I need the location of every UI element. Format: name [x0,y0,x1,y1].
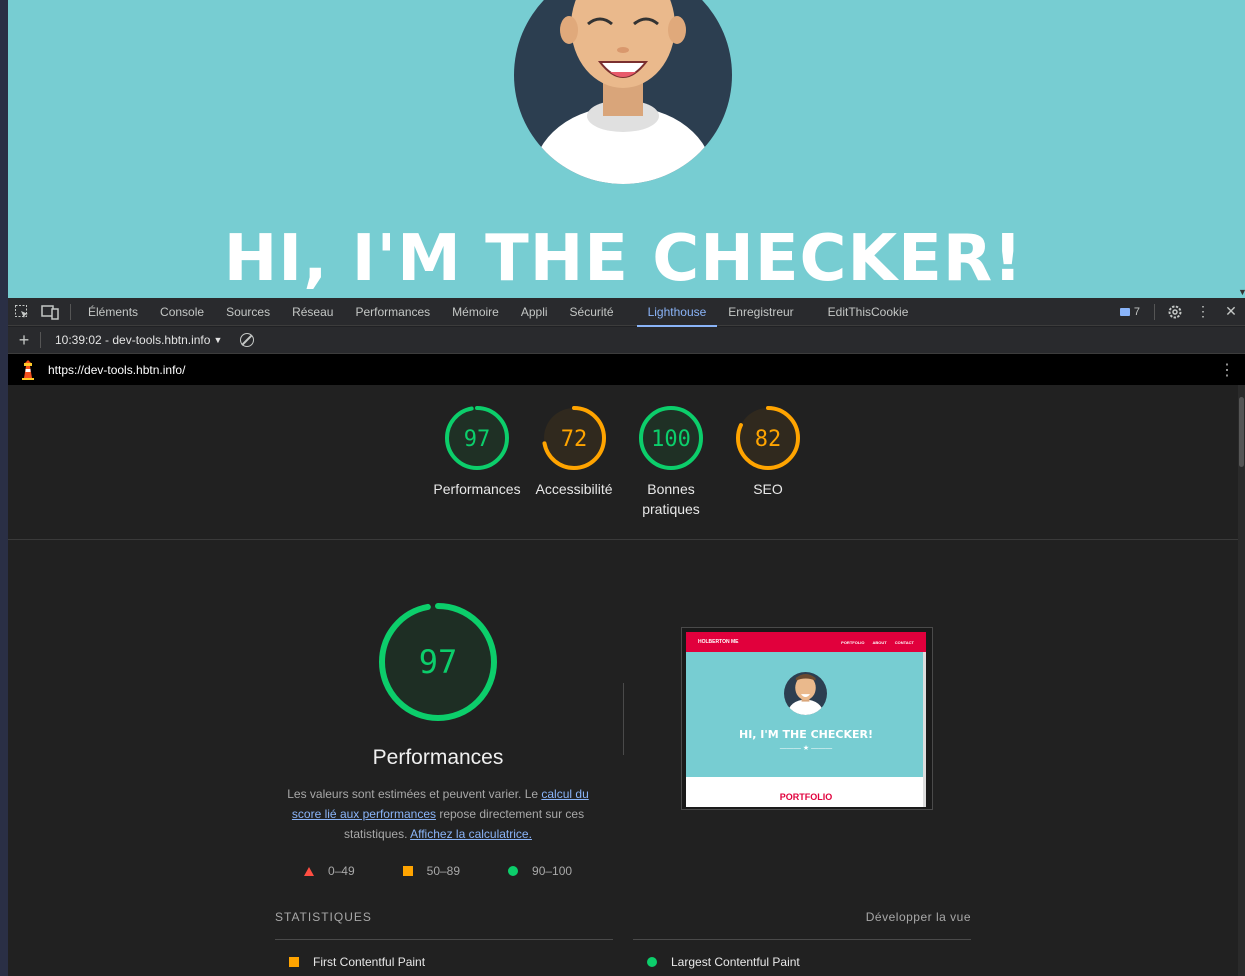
performance-big-gauge[interactable]: 97 [376,600,500,724]
gauge-score: 82 [755,427,782,452]
issues-count: 7 [1133,305,1140,318]
message-icon [1119,307,1130,316]
gauge-accessibility[interactable]: 72 Accessibilité [526,405,622,499]
gauge-label: Bonnes pratiques [642,481,700,517]
gear-icon[interactable] [1161,298,1189,326]
gauge-score: 72 [561,427,588,452]
screenshot-nav-link: CONTACT [894,639,914,645]
performance-summary: 97 Performances Les valeurs sont estimée… [268,600,608,878]
gauge-label: SEO [753,481,783,497]
legend-pass: 90–100 [508,864,572,878]
gauge-performance[interactable]: 97 Performances [429,405,525,499]
performance-big-score: 97 [419,643,458,681]
screenshot-section-title: PORTFOLIO [779,792,833,802]
devtools-tabbar: Éléments Console Sources Réseau Performa… [8,298,1245,327]
divider [275,939,613,940]
legend-average: 50–89 [402,864,461,878]
gauge-ring: 100 [639,406,703,470]
report-selector[interactable]: 10:39:02 - dev-tools.hbtn.info [41,333,210,347]
gauge-label: Performances [433,481,521,497]
lighthouse-report: 97 Performances 72 Accessibilité 100 Bonnes p… [8,385,1238,976]
tab-application[interactable]: Appli [510,298,559,326]
gauge-score: 100 [651,427,691,452]
stats-header: STATISTIQUES Développer la vue [275,910,971,924]
score-legend: 0–49 50–89 90–100 [268,864,608,878]
page-preview: HI, I'M THE CHECKER! [8,0,1239,298]
gauge-seo[interactable]: 82 SEO [720,405,816,499]
divider [70,303,71,320]
window-edge [0,0,8,976]
metric-lcp-label: Largest Contentful Paint [671,955,800,969]
report-scrollbar[interactable] [1238,385,1245,976]
screenshot-image: HOLBERTON ME PORTFOLIO ABOUT CONTACT HI,… [686,632,926,807]
close-icon[interactable]: ✕ [1217,298,1245,326]
scroll-down-icon[interactable]: ▼ [1238,287,1245,297]
performance-description: Les valeurs sont estimées et peuvent var… [268,784,608,844]
gauge-ring: 82 [736,406,800,470]
screenshot-nav: HOLBERTON ME PORTFOLIO ABOUT CONTACT [686,632,926,652]
more-vertical-icon[interactable]: ⋮ [1189,298,1217,326]
tab-network[interactable]: Réseau [281,298,344,326]
legend-fail-label: 0–49 [327,864,355,878]
metric-lcp: Largest Contentful Paint [647,955,800,969]
gauge-ring: 97 [445,406,509,470]
tab-lighthouse[interactable]: Lighthouse [636,298,718,327]
audited-url: https://dev-tools.hbtn.info/ [48,362,186,377]
divider [1154,303,1155,320]
issues-badge[interactable]: 7 [1112,306,1148,318]
tab-editthiscookie[interactable]: EditThisCookie [817,298,920,326]
gauge-score: 97 [464,427,491,452]
new-report-icon[interactable]: + [8,330,40,351]
circle-icon [508,866,519,876]
circle-icon [647,957,657,967]
legend-average-label: 50–89 [426,864,461,878]
metric-fcp-label: First Contentful Paint [313,955,426,969]
metric-fcp: First Contentful Paint [289,955,425,969]
inspect-element-icon[interactable] [8,298,36,326]
tab-memory[interactable]: Mémoire [441,298,510,326]
square-icon [402,866,413,876]
screenshot-scrollbar [923,652,926,807]
expand-view-toggle[interactable]: Développer la vue [866,910,971,924]
screenshot-title: HI, I'M THE CHECKER! [739,728,873,741]
tab-console[interactable]: Console [149,298,215,326]
clear-reports-icon[interactable] [240,333,255,347]
lighthouse-url-bar: https://dev-tools.hbtn.info/ ⋮ [8,354,1245,385]
gauge-best-practices[interactable]: 100 Bonnes pratiques [623,405,719,519]
score-gauges: 97 Performances 72 Accessibilité 100 Bonnes p… [8,385,1238,540]
tab-sources[interactable]: Sources [215,298,281,326]
device-toolbar-icon[interactable] [36,298,64,326]
legend-pass-label: 90–100 [532,864,573,878]
page-edge [1239,0,1245,298]
triangle-icon [303,866,314,876]
screenshot-nav-link: PORTFOLIO [841,639,865,645]
divider [623,683,624,755]
report-toolbar: + 10:39:02 - dev-tools.hbtn.info ▼ [8,327,1245,354]
screenshot-avatar [784,672,827,715]
screenshot-brand: HOLBERTON ME [698,639,739,645]
screenshot-nav-link: ABOUT [872,639,887,645]
hero-title: HI, I'M THE CHECKER! [223,222,1024,296]
performance-title: Performances [372,746,504,769]
gauge-ring: 72 [542,406,606,470]
scrollbar-thumb[interactable] [1239,397,1244,467]
tab-elements[interactable]: Éléments [77,298,149,326]
screenshot-divider: ——— ★ ——— [779,745,833,752]
final-screenshot[interactable]: HOLBERTON ME PORTFOLIO ABOUT CONTACT HI,… [681,627,933,810]
lighthouse-logo-icon [8,359,48,380]
square-icon [289,957,299,967]
gauge-label: Accessibilité [535,481,613,497]
divider [633,939,971,940]
calculator-link[interactable]: Affichez la calculatrice. [410,827,532,841]
dropdown-arrow-icon[interactable]: ▼ [213,335,222,345]
report-menu-icon[interactable]: ⋮ [1209,360,1245,380]
tab-security[interactable]: Sécurité [559,298,625,326]
tab-performance[interactable]: Performances [344,298,441,326]
stats-heading: STATISTIQUES [275,910,372,924]
avatar [514,0,732,184]
desc-text-1: Les valeurs sont estimées et peuvent var… [287,787,542,801]
screenshot-hero: HI, I'M THE CHECKER! ——— ★ ——— [686,652,926,777]
legend-fail: 0–49 [303,864,355,878]
tab-recorder[interactable]: Enregistreur [717,298,804,326]
